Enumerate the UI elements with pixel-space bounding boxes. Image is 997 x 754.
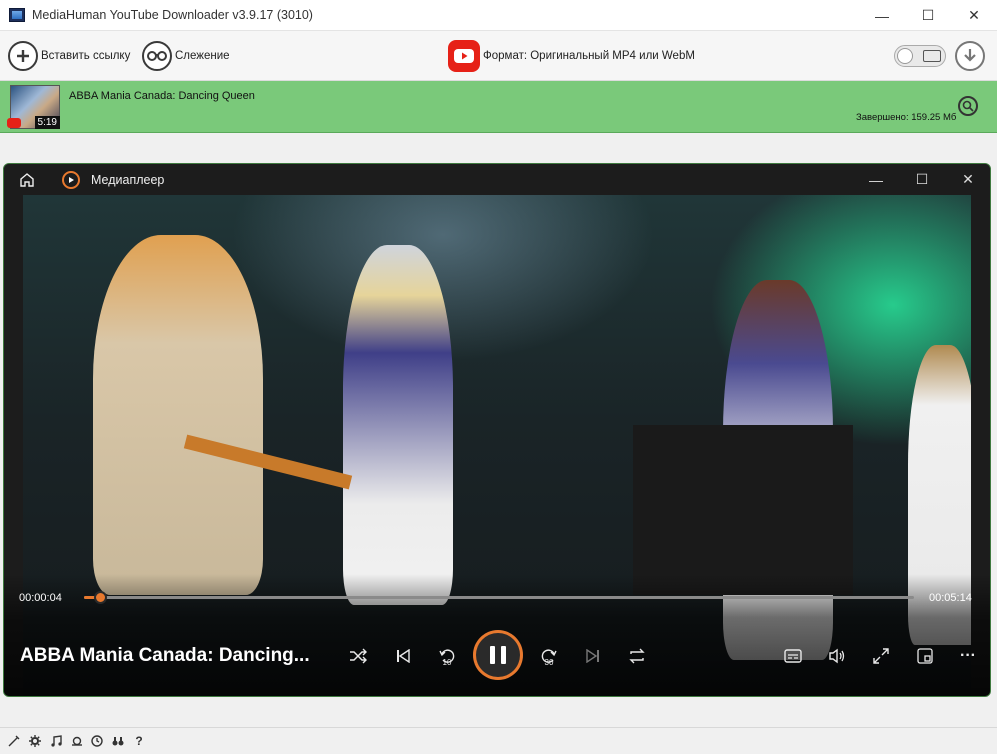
help-icon[interactable]: ? [132,734,146,748]
toggle-knob [897,48,913,64]
repeat-icon[interactable] [624,643,650,669]
plus-circle-icon [8,41,38,71]
format-selector[interactable]: Формат: Оригинальный MP4 или WebM [448,40,695,72]
video-thumbnail: 5:19 [7,85,60,129]
total-time: 00:05:14 [929,592,972,604]
pause-button[interactable] [473,630,523,680]
main-toolbar: Вставить ссылку Слежение Формат: Оригина… [0,31,997,81]
snail-icon[interactable] [70,734,84,748]
player-maximize-button[interactable]: ☐ [899,164,945,195]
app-title: MediaHuman YouTube Downloader v3.9.17 (3… [32,8,313,22]
format-label: Формат: Оригинальный MP4 или WebM [483,50,695,62]
skip-forward-button[interactable]: 30 [536,643,562,669]
binoculars-icon[interactable] [111,734,125,748]
performer-center [343,245,453,605]
clear-icon[interactable] [7,734,21,748]
now-playing-title: ABBA Mania Canada: Dancing... [20,645,310,666]
close-button[interactable]: ✕ [951,0,997,31]
player-close-button[interactable]: ✕ [945,164,990,195]
download-status: Завершено: 159.25 Мб [856,112,957,123]
stage-equipment [633,425,853,595]
current-time: 00:00:04 [19,592,62,604]
youtube-icon [7,118,21,128]
pause-icon [490,646,495,664]
app-titlebar: MediaHuman YouTube Downloader v3.9.17 (3… [0,0,997,31]
minimize-button[interactable]: — [859,0,905,31]
video-only-toggle[interactable] [894,45,946,67]
paste-link-button[interactable]: Вставить ссылку [8,40,130,72]
pause-icon-bar [501,646,506,664]
watch-button[interactable]: Слежение [142,40,230,72]
play-circle-icon [62,171,80,189]
media-player-window: Медиаплеер — ☐ ✕ 00:00:04 00:05:14 ABBA … [3,163,991,697]
subtitles-icon[interactable] [780,643,806,669]
duration-badge: 5:19 [34,116,60,129]
previous-track-icon[interactable] [390,643,416,669]
film-icon [923,50,941,62]
clock-icon[interactable] [90,734,104,748]
skip-back-label: 10 [442,658,452,667]
seek-bar[interactable] [84,596,914,599]
watch-label: Слежение [175,50,230,62]
search-icon[interactable] [958,96,978,116]
next-track-icon[interactable] [580,643,606,669]
bottom-toolbar: ? [0,727,997,754]
download-item[interactable]: 5:19 ABBA Mania Canada: Dancing Queen За… [0,81,997,133]
player-minimize-button[interactable]: — [853,164,899,195]
youtube-icon [448,40,480,72]
music-note-icon[interactable] [49,734,63,748]
more-options-button[interactable]: ··· [955,643,981,669]
home-icon[interactable] [18,171,36,189]
settings-gear-icon[interactable] [28,734,42,748]
player-titlebar: Медиаплеер — ☐ ✕ [4,164,990,195]
binoculars-icon [142,41,172,71]
download-arrow-icon [955,41,985,71]
fullscreen-icon[interactable] [868,643,894,669]
maximize-button[interactable]: ☐ [905,0,951,31]
mini-player-icon[interactable] [912,643,938,669]
download-title: ABBA Mania Canada: Dancing Queen [69,90,255,102]
volume-icon[interactable] [824,643,850,669]
seek-thumb[interactable] [94,591,107,604]
download-button[interactable] [955,40,985,72]
player-title: Медиаплеер [91,173,165,187]
performer-guitarist [93,235,263,595]
video-file-icon [9,8,25,22]
skip-forward-label: 30 [544,658,554,667]
skip-back-button[interactable]: 10 [434,643,460,669]
paste-link-label: Вставить ссылку [41,50,131,62]
shuffle-icon[interactable] [345,643,371,669]
